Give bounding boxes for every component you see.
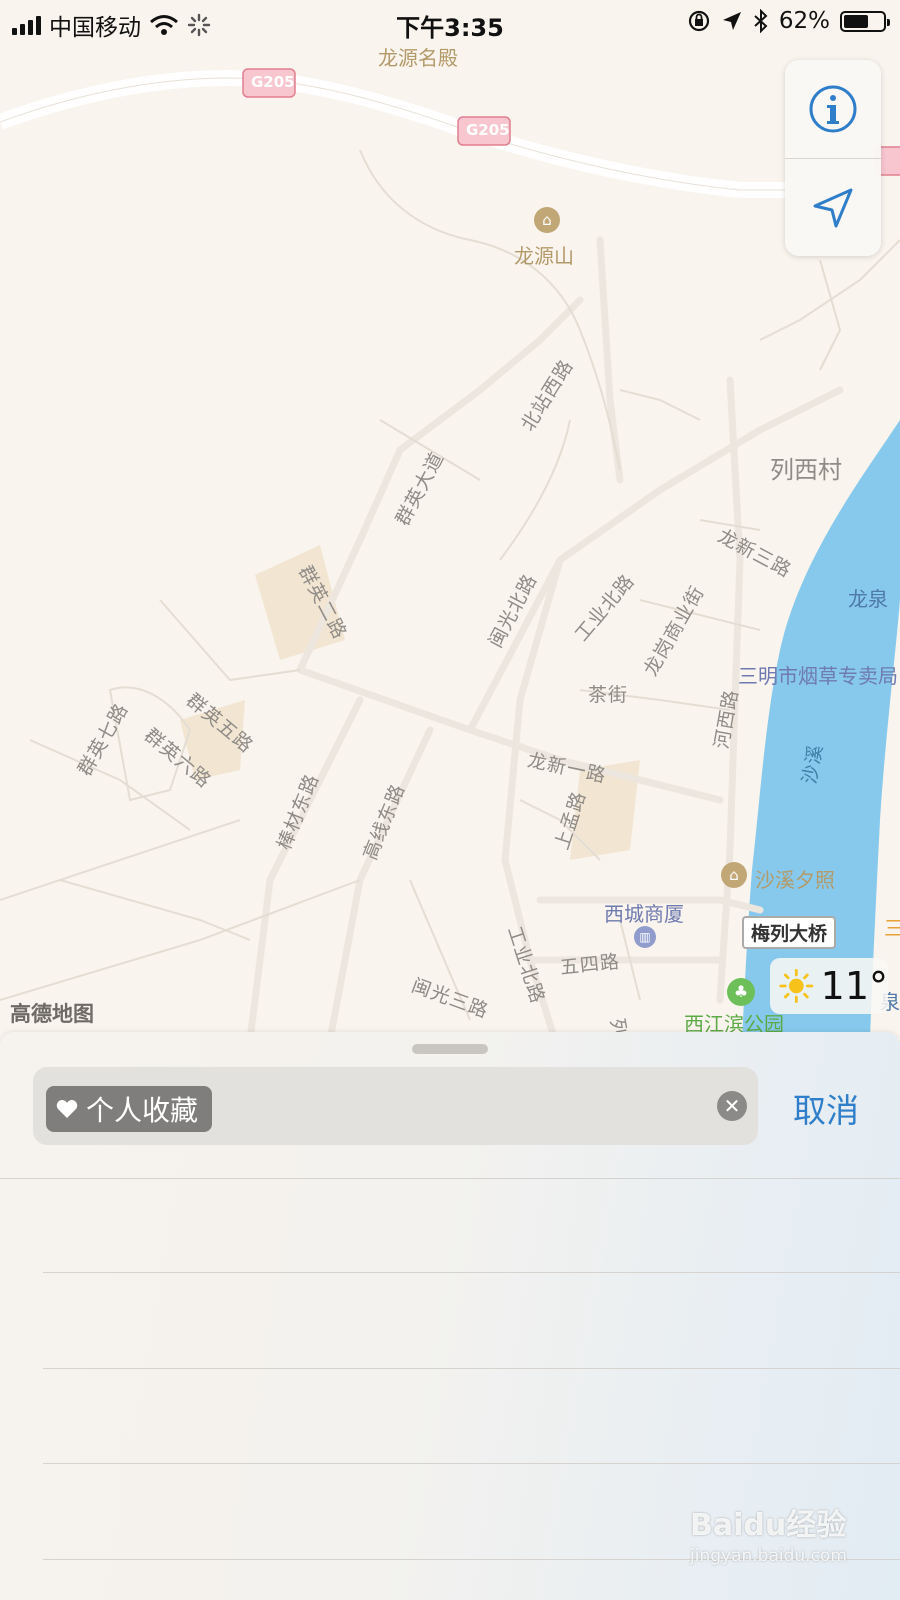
navigate-arrow-icon xyxy=(813,188,853,227)
sheet-grabber[interactable] xyxy=(412,1044,488,1054)
clear-button[interactable]: ✕ xyxy=(717,1091,747,1121)
info-icon xyxy=(809,85,857,132)
poi-label[interactable]: 梅列大桥 xyxy=(742,916,837,949)
landmark-icon[interactable]: ⌂ xyxy=(721,862,747,888)
poi-label[interactable]: 沙溪夕照 xyxy=(755,864,835,893)
list-divider xyxy=(43,1368,900,1369)
locate-button[interactable] xyxy=(785,159,881,256)
sun-icon xyxy=(779,969,814,1003)
bluetooth-icon xyxy=(754,9,768,33)
poi-label[interactable]: 西城商厦 xyxy=(604,898,684,927)
poi-label[interactable]: 龙源山 xyxy=(514,240,574,269)
list-divider xyxy=(0,1178,900,1179)
poi-label[interactable]: 列西村 xyxy=(770,450,842,485)
info-button[interactable] xyxy=(785,60,881,157)
poi-label[interactable]: 龙源名殿 xyxy=(378,42,458,71)
location-arrow-icon xyxy=(722,12,741,30)
watermark-brand: Baidu经验 xyxy=(690,1508,847,1543)
battery-percent: 62% xyxy=(778,8,830,34)
list-divider xyxy=(43,1272,900,1273)
highway-shield-label: G205 xyxy=(466,121,510,139)
weather-temperature: 11° xyxy=(820,964,888,1008)
landmark-icon[interactable]: ⌂ xyxy=(534,207,560,233)
map-controls xyxy=(785,60,881,256)
favorites-token-label: 个人收藏 xyxy=(86,1094,199,1127)
poi-label[interactable]: 三明市烟草专卖局 xyxy=(738,660,898,689)
cancel-button[interactable]: 取消 xyxy=(793,1084,859,1132)
heart-icon xyxy=(56,1100,78,1118)
map-attribution: 高德地图 xyxy=(10,1002,94,1026)
favorites-token[interactable]: 个人收藏 xyxy=(46,1086,213,1132)
status-bar: 中国移动 下午3:35 62% xyxy=(0,0,900,44)
battery-icon xyxy=(840,10,890,32)
road-label: 茶街 xyxy=(588,684,629,706)
clear-icon: ✕ xyxy=(723,1094,741,1118)
rotation-lock-icon xyxy=(688,10,709,32)
park-tree-icon[interactable]: ♣ xyxy=(727,978,755,1006)
watermark-url: jingyan.baidu.com xyxy=(690,1546,847,1566)
search-field[interactable]: 个人收藏 ✕ xyxy=(33,1067,758,1145)
poi-label[interactable]: 龙泉 xyxy=(848,583,888,612)
poi-label[interactable]: 三 xyxy=(884,912,900,941)
weather-widget[interactable]: 11° xyxy=(770,958,888,1014)
building-icon[interactable]: ▥ xyxy=(634,926,656,948)
list-divider xyxy=(43,1463,900,1464)
highway-shield-label: G205 xyxy=(251,73,295,91)
watermark: Baidu经验 jingyan.baidu.com xyxy=(690,1500,847,1566)
map-view[interactable]: G205 G205 龙源名殿 ⌂ 龙源山 列西村 龙泉 三明市烟草专卖局 ⌂ 沙… xyxy=(0,0,900,1040)
